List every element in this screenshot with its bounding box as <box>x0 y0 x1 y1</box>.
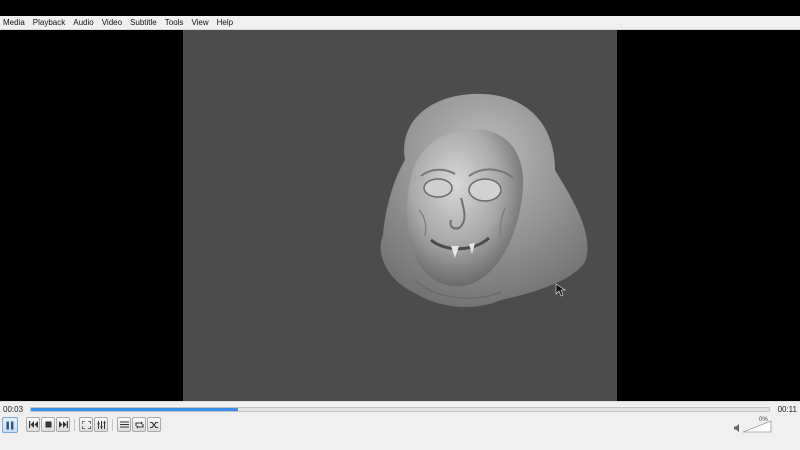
window-top-strip <box>0 0 800 16</box>
menu-bar: Media Playback Audio Video Subtitle Tool… <box>0 16 800 30</box>
seek-slider[interactable] <box>30 407 770 412</box>
menu-help[interactable]: Help <box>213 16 237 30</box>
elapsed-time: 00:03 <box>3 405 24 414</box>
menu-audio[interactable]: Audio <box>69 16 97 30</box>
menu-view[interactable]: View <box>187 16 212 30</box>
previous-icon <box>28 421 38 428</box>
separator <box>112 419 113 431</box>
stop-button[interactable] <box>41 417 55 432</box>
fullscreen-icon <box>81 420 91 429</box>
menu-playback[interactable]: Playback <box>29 16 69 30</box>
playlist-button[interactable] <box>117 417 131 432</box>
extended-settings-icon <box>97 420 105 429</box>
playback-controls: 00:03 00:11 0% <box>0 401 800 450</box>
video-frame[interactable] <box>183 30 617 401</box>
stop-icon <box>45 421 51 428</box>
menu-tools[interactable]: Tools <box>161 16 188 30</box>
separator <box>74 419 75 431</box>
shuffle-button[interactable] <box>147 417 161 432</box>
control-buttons <box>0 417 800 433</box>
next-icon <box>58 421 68 428</box>
fullscreen-button[interactable] <box>79 417 93 432</box>
menu-video[interactable]: Video <box>98 16 126 30</box>
shuffle-icon <box>149 421 158 428</box>
playlist-icon <box>119 421 129 428</box>
next-button[interactable] <box>56 417 70 432</box>
seek-progress <box>31 408 238 411</box>
extended-settings-button[interactable] <box>94 417 108 432</box>
speaker-icon[interactable] <box>734 424 740 432</box>
volume-percent: 0% <box>759 417 768 423</box>
play-pause-button[interactable] <box>2 417 18 433</box>
menu-subtitle[interactable]: Subtitle <box>126 16 161 30</box>
sculpted-head-render <box>380 93 588 307</box>
seek-row: 00:03 00:11 <box>0 404 800 416</box>
volume-slider[interactable]: 0% <box>742 417 772 433</box>
total-time: 00:11 <box>777 405 797 414</box>
loop-button[interactable] <box>132 417 146 432</box>
pause-icon <box>6 421 14 429</box>
previous-button[interactable] <box>26 417 40 432</box>
loop-icon <box>134 421 144 428</box>
menu-media[interactable]: Media <box>0 16 29 30</box>
video-area[interactable] <box>0 30 800 401</box>
